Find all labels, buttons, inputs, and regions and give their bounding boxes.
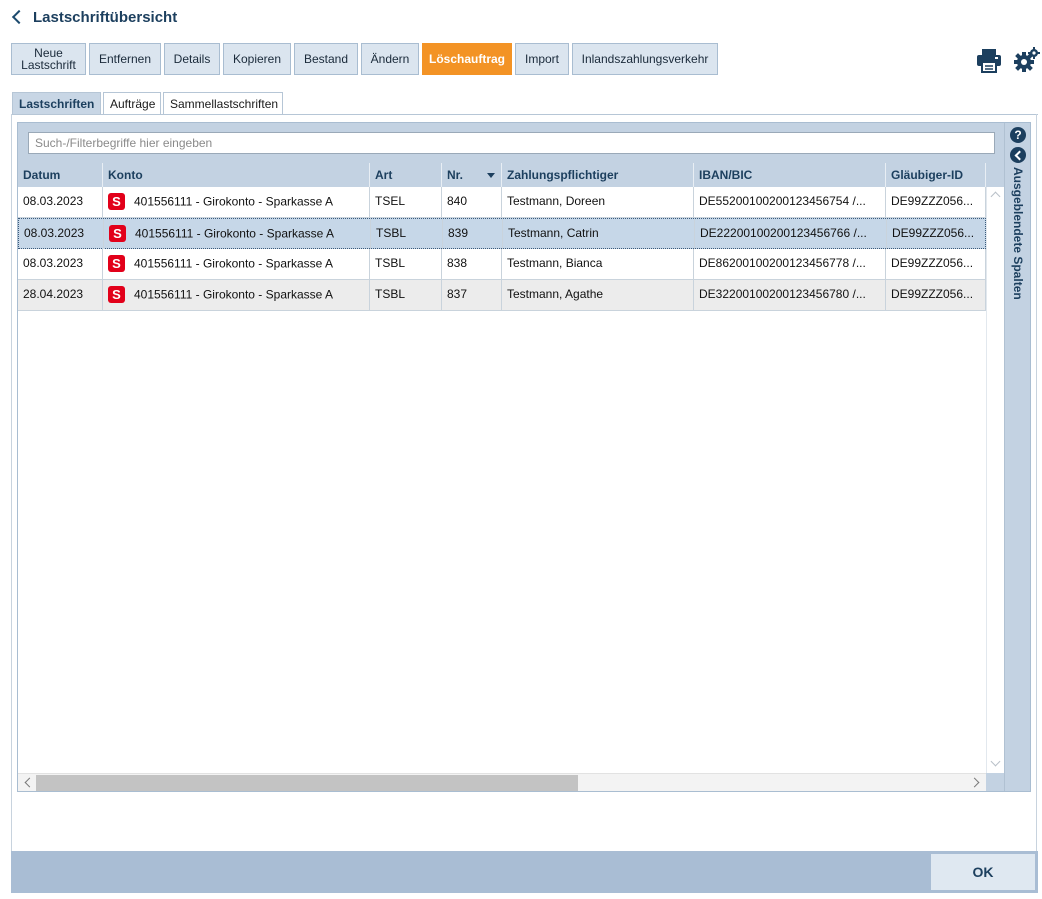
sparkasse-logo-icon: S [108,193,125,210]
cell-zahlungspflichtiger: Testmann, Doreen [502,187,694,217]
cell-zahlungspflichtiger: Testmann, Bianca [502,249,694,279]
scrollbar-corner [986,163,1004,187]
column-header-datum[interactable]: Datum [18,163,103,187]
horizontal-scroll-thumb[interactable] [36,775,578,791]
table-row[interactable]: 28.04.2023 S 401556111 - Girokonto - Spar… [18,280,986,311]
column-header-glaeubiger-id[interactable]: Gläubiger-ID [886,163,986,187]
hidden-columns-label: Ausgeblendete Spalten [1011,167,1025,300]
toolbar: Neue Lastschrift Entfernen Details Kopie… [11,43,718,75]
cell-glaeubiger-id: DE99ZZZ056... [886,249,986,279]
page-title: Lastschriftübersicht [33,8,178,26]
tab-lastschriften[interactable]: Lastschriften [12,92,101,114]
remove-button[interactable]: Entfernen [89,43,161,75]
cell-konto: S 401556111 - Girokonto - Sparkasse A [104,219,371,249]
cell-datum: 28.04.2023 [18,280,103,310]
tab-auftraege[interactable]: Aufträge [103,92,161,114]
cell-glaeubiger-id: DE99ZZZ056... [886,187,986,217]
table-row[interactable]: 08.03.2023 S 401556111 - Girokonto - Spar… [18,249,986,280]
sort-descending-icon [487,173,495,178]
new-debit-button[interactable]: Neue Lastschrift [11,43,86,75]
cell-glaeubiger-id: DE99ZZZ056... [887,219,987,249]
cell-iban: DE86200100200123456778 /... [694,249,886,279]
cell-konto: S 401556111 - Girokonto - Sparkasse A [103,249,370,279]
copy-button[interactable]: Kopieren [223,43,291,75]
footer-bar [11,851,1038,893]
scroll-down-icon[interactable] [990,756,1001,767]
chevron-left-circle-icon[interactable] [1010,147,1026,163]
cell-iban: DE22200100200123456766 /... [695,219,887,249]
cell-zahlungspflichtiger: Testmann, Agathe [502,280,694,310]
cell-konto: S 401556111 - Girokonto - Sparkasse A [103,187,370,217]
tab-bar: Lastschriften Aufträge Sammellastschrift… [12,92,283,114]
cell-art: TSBL [370,280,442,310]
scroll-left-icon[interactable] [24,777,35,788]
sparkasse-logo-icon: S [108,286,125,303]
cell-nr: 840 [442,187,502,217]
scroll-right-icon[interactable] [969,777,980,788]
search-input[interactable] [28,132,995,154]
cell-iban: DE32200100200123456780 /... [694,280,886,310]
domestic-payments-button[interactable]: Inlandszahlungsverkehr [572,43,718,75]
cell-art: TSEL [370,187,442,217]
back-to-overview[interactable]: Lastschriftübersicht [11,6,178,28]
delete-order-button[interactable]: Löschauftrag [422,43,512,75]
cell-art: TSBL [370,249,442,279]
sparkasse-logo-icon: S [109,225,126,242]
import-button[interactable]: Import [515,43,569,75]
cell-nr: 838 [442,249,502,279]
vertical-scrollbar[interactable] [986,187,1004,773]
ok-button[interactable]: OK [931,854,1035,890]
cell-glaeubiger-id: DE99ZZZ056... [886,280,986,310]
cell-datum: 08.03.2023 [18,187,103,217]
chevron-left-icon [11,9,27,25]
cell-nr: 839 [443,219,503,249]
table-row[interactable]: 08.03.2023 S 401556111 - Girokonto - Spar… [18,187,986,218]
column-header-art[interactable]: Art [370,163,442,187]
stock-button[interactable]: Bestand [294,43,358,75]
horizontal-scrollbar[interactable] [18,773,986,791]
column-header-nr[interactable]: Nr. [442,163,502,187]
column-header-iban[interactable]: IBAN/BIC [694,163,886,187]
column-header-konto[interactable]: Konto [103,163,370,187]
cell-konto: S 401556111 - Girokonto - Sparkasse A [103,280,370,310]
tab-sammellastschriften[interactable]: Sammellastschriften [163,92,283,114]
help-icon[interactable]: ? [1010,127,1026,143]
cell-iban: DE55200100200123456754 /... [694,187,886,217]
settings-icon[interactable] [1013,46,1041,74]
cell-nr: 837 [442,280,502,310]
hidden-columns-toggle[interactable]: Ausgeblendete Spalten [1008,167,1026,300]
sparkasse-logo-icon: S [108,255,125,272]
cell-datum: 08.03.2023 [19,219,104,249]
table-row-selected[interactable]: 08.03.2023 S 401556111 - Girokonto - Spar… [18,218,987,249]
table-header: Datum Konto Art Nr. Zahlungspflichtiger … [18,163,986,187]
details-button[interactable]: Details [164,43,220,75]
scroll-up-icon[interactable] [990,191,1001,202]
column-header-zahlungspflichtiger[interactable]: Zahlungspflichtiger [502,163,694,187]
cell-datum: 08.03.2023 [18,249,103,279]
cell-zahlungspflichtiger: Testmann, Catrin [503,219,695,249]
edit-button[interactable]: Ändern [361,43,419,75]
printer-icon[interactable] [975,46,1003,74]
cell-art: TSBL [371,219,443,249]
